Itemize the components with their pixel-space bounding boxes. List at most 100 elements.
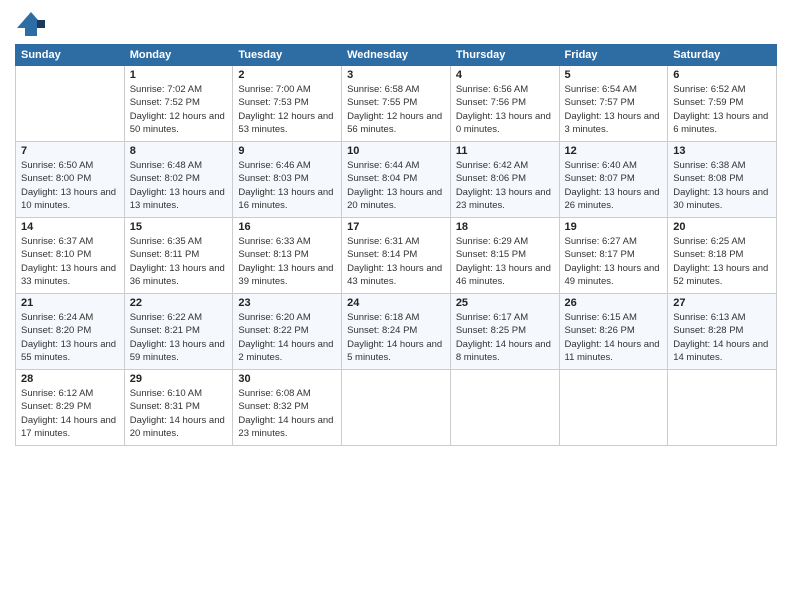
day-number: 23 bbox=[238, 297, 336, 309]
day-info: Sunrise: 6:42 AMSunset: 8:06 PMDaylight:… bbox=[456, 159, 554, 212]
day-number: 1 bbox=[130, 69, 228, 81]
calendar-cell: 10 Sunrise: 6:44 AMSunset: 8:04 PMDayligh… bbox=[342, 142, 451, 218]
day-number: 11 bbox=[456, 145, 554, 157]
calendar-cell: 8 Sunrise: 6:48 AMSunset: 8:02 PMDaylight… bbox=[124, 142, 233, 218]
day-number: 17 bbox=[347, 221, 445, 233]
calendar-cell: 18 Sunrise: 6:29 AMSunset: 8:15 PMDayligh… bbox=[450, 218, 559, 294]
calendar-cell: 4 Sunrise: 6:56 AMSunset: 7:56 PMDaylight… bbox=[450, 66, 559, 142]
calendar-cell: 17 Sunrise: 6:31 AMSunset: 8:14 PMDayligh… bbox=[342, 218, 451, 294]
calendar-week-row: 14Sunrise: 6:37 AMSunset: 8:10 PMDayligh… bbox=[16, 218, 777, 294]
day-number: 22 bbox=[130, 297, 228, 309]
logo bbox=[15, 10, 51, 38]
calendar-cell bbox=[342, 370, 451, 446]
day-info: Sunrise: 6:24 AMSunset: 8:20 PMDaylight:… bbox=[21, 311, 119, 364]
calendar-cell: 20 Sunrise: 6:25 AMSunset: 8:18 PMDayligh… bbox=[668, 218, 777, 294]
calendar-cell: 11 Sunrise: 6:42 AMSunset: 8:06 PMDayligh… bbox=[450, 142, 559, 218]
day-number: 21 bbox=[21, 297, 119, 309]
day-number: 24 bbox=[347, 297, 445, 309]
calendar-cell: 5 Sunrise: 6:54 AMSunset: 7:57 PMDaylight… bbox=[559, 66, 668, 142]
day-number: 3 bbox=[347, 69, 445, 81]
calendar-week-row: 7 Sunrise: 6:50 AMSunset: 8:00 PMDaylight… bbox=[16, 142, 777, 218]
day-info: Sunrise: 6:15 AMSunset: 8:26 PMDaylight:… bbox=[565, 311, 663, 364]
day-info: Sunrise: 6:33 AMSunset: 8:13 PMDaylight:… bbox=[238, 235, 336, 288]
day-number: 6 bbox=[673, 69, 771, 81]
calendar-cell: 1 Sunrise: 7:02 AMSunset: 7:52 PMDaylight… bbox=[124, 66, 233, 142]
day-info: Sunrise: 6:27 AMSunset: 8:17 PMDaylight:… bbox=[565, 235, 663, 288]
day-info: Sunrise: 6:31 AMSunset: 8:14 PMDaylight:… bbox=[347, 235, 445, 288]
day-number: 20 bbox=[673, 221, 771, 233]
day-number: 2 bbox=[238, 69, 336, 81]
day-number: 9 bbox=[238, 145, 336, 157]
day-info: Sunrise: 6:44 AMSunset: 8:04 PMDaylight:… bbox=[347, 159, 445, 212]
day-info: Sunrise: 7:00 AMSunset: 7:53 PMDaylight:… bbox=[238, 83, 336, 136]
day-number: 12 bbox=[565, 145, 663, 157]
day-header-sunday: Sunday bbox=[16, 45, 125, 66]
day-info: Sunrise: 6:46 AMSunset: 8:03 PMDaylight:… bbox=[238, 159, 336, 212]
header bbox=[15, 10, 777, 38]
day-info: Sunrise: 6:54 AMSunset: 7:57 PMDaylight:… bbox=[565, 83, 663, 136]
calendar-cell: 13Sunrise: 6:38 AMSunset: 8:08 PMDayligh… bbox=[668, 142, 777, 218]
day-info: Sunrise: 6:56 AMSunset: 7:56 PMDaylight:… bbox=[456, 83, 554, 136]
day-info: Sunrise: 6:29 AMSunset: 8:15 PMDaylight:… bbox=[456, 235, 554, 288]
calendar-cell: 9 Sunrise: 6:46 AMSunset: 8:03 PMDaylight… bbox=[233, 142, 342, 218]
calendar-cell bbox=[668, 370, 777, 446]
day-number: 10 bbox=[347, 145, 445, 157]
day-info: Sunrise: 7:02 AMSunset: 7:52 PMDaylight:… bbox=[130, 83, 228, 136]
calendar-header-row: SundayMondayTuesdayWednesdayThursdayFrid… bbox=[16, 45, 777, 66]
calendar-cell: 14Sunrise: 6:37 AMSunset: 8:10 PMDayligh… bbox=[16, 218, 125, 294]
day-number: 28 bbox=[21, 373, 119, 385]
day-info: Sunrise: 6:52 AMSunset: 7:59 PMDaylight:… bbox=[673, 83, 771, 136]
calendar-cell: 25 Sunrise: 6:17 AMSunset: 8:25 PMDayligh… bbox=[450, 294, 559, 370]
day-number: 26 bbox=[565, 297, 663, 309]
day-header-monday: Monday bbox=[124, 45, 233, 66]
day-info: Sunrise: 6:20 AMSunset: 8:22 PMDaylight:… bbox=[238, 311, 336, 364]
day-info: Sunrise: 6:17 AMSunset: 8:25 PMDaylight:… bbox=[456, 311, 554, 364]
calendar-cell: 22 Sunrise: 6:22 AMSunset: 8:21 PMDayligh… bbox=[124, 294, 233, 370]
day-number: 4 bbox=[456, 69, 554, 81]
day-info: Sunrise: 6:13 AMSunset: 8:28 PMDaylight:… bbox=[673, 311, 771, 364]
day-number: 16 bbox=[238, 221, 336, 233]
day-number: 30 bbox=[238, 373, 336, 385]
day-info: Sunrise: 6:58 AMSunset: 7:55 PMDaylight:… bbox=[347, 83, 445, 136]
calendar: SundayMondayTuesdayWednesdayThursdayFrid… bbox=[15, 44, 777, 446]
day-info: Sunrise: 6:10 AMSunset: 8:31 PMDaylight:… bbox=[130, 387, 228, 440]
day-info: Sunrise: 6:25 AMSunset: 8:18 PMDaylight:… bbox=[673, 235, 771, 288]
calendar-cell: 23 Sunrise: 6:20 AMSunset: 8:22 PMDayligh… bbox=[233, 294, 342, 370]
calendar-cell: 29 Sunrise: 6:10 AMSunset: 8:31 PMDayligh… bbox=[124, 370, 233, 446]
day-info: Sunrise: 6:08 AMSunset: 8:32 PMDaylight:… bbox=[238, 387, 336, 440]
day-header-friday: Friday bbox=[559, 45, 668, 66]
calendar-cell bbox=[16, 66, 125, 142]
day-info: Sunrise: 6:22 AMSunset: 8:21 PMDaylight:… bbox=[130, 311, 228, 364]
calendar-cell: 28 Sunrise: 6:12 AMSunset: 8:29 PMDayligh… bbox=[16, 370, 125, 446]
day-info: Sunrise: 6:35 AMSunset: 8:11 PMDaylight:… bbox=[130, 235, 228, 288]
day-number: 25 bbox=[456, 297, 554, 309]
calendar-cell: 15 Sunrise: 6:35 AMSunset: 8:11 PMDayligh… bbox=[124, 218, 233, 294]
calendar-week-row: 28 Sunrise: 6:12 AMSunset: 8:29 PMDayligh… bbox=[16, 370, 777, 446]
day-info: Sunrise: 6:12 AMSunset: 8:29 PMDaylight:… bbox=[21, 387, 119, 440]
day-number: 19 bbox=[565, 221, 663, 233]
day-header-thursday: Thursday bbox=[450, 45, 559, 66]
calendar-cell: 21 Sunrise: 6:24 AMSunset: 8:20 PMDayligh… bbox=[16, 294, 125, 370]
day-info: Sunrise: 6:38 AMSunset: 8:08 PMDaylight:… bbox=[673, 159, 771, 212]
calendar-cell: 12 Sunrise: 6:40 AMSunset: 8:07 PMDayligh… bbox=[559, 142, 668, 218]
day-number: 8 bbox=[130, 145, 228, 157]
calendar-cell: 6 Sunrise: 6:52 AMSunset: 7:59 PMDaylight… bbox=[668, 66, 777, 142]
day-number: 29 bbox=[130, 373, 228, 385]
calendar-cell: 27Sunrise: 6:13 AMSunset: 8:28 PMDayligh… bbox=[668, 294, 777, 370]
day-info: Sunrise: 6:40 AMSunset: 8:07 PMDaylight:… bbox=[565, 159, 663, 212]
calendar-cell bbox=[559, 370, 668, 446]
day-number: 15 bbox=[130, 221, 228, 233]
day-number: 5 bbox=[565, 69, 663, 81]
day-info: Sunrise: 6:50 AMSunset: 8:00 PMDaylight:… bbox=[21, 159, 119, 212]
logo-icon bbox=[15, 10, 47, 38]
day-number: 18 bbox=[456, 221, 554, 233]
day-info: Sunrise: 6:48 AMSunset: 8:02 PMDaylight:… bbox=[130, 159, 228, 212]
day-info: Sunrise: 6:18 AMSunset: 8:24 PMDaylight:… bbox=[347, 311, 445, 364]
day-info: Sunrise: 6:37 AMSunset: 8:10 PMDaylight:… bbox=[21, 235, 119, 288]
calendar-week-row: 1 Sunrise: 7:02 AMSunset: 7:52 PMDaylight… bbox=[16, 66, 777, 142]
day-number: 7 bbox=[21, 145, 119, 157]
calendar-cell: 26 Sunrise: 6:15 AMSunset: 8:26 PMDayligh… bbox=[559, 294, 668, 370]
day-header-saturday: Saturday bbox=[668, 45, 777, 66]
page: SundayMondayTuesdayWednesdayThursdayFrid… bbox=[0, 0, 792, 612]
calendar-cell bbox=[450, 370, 559, 446]
